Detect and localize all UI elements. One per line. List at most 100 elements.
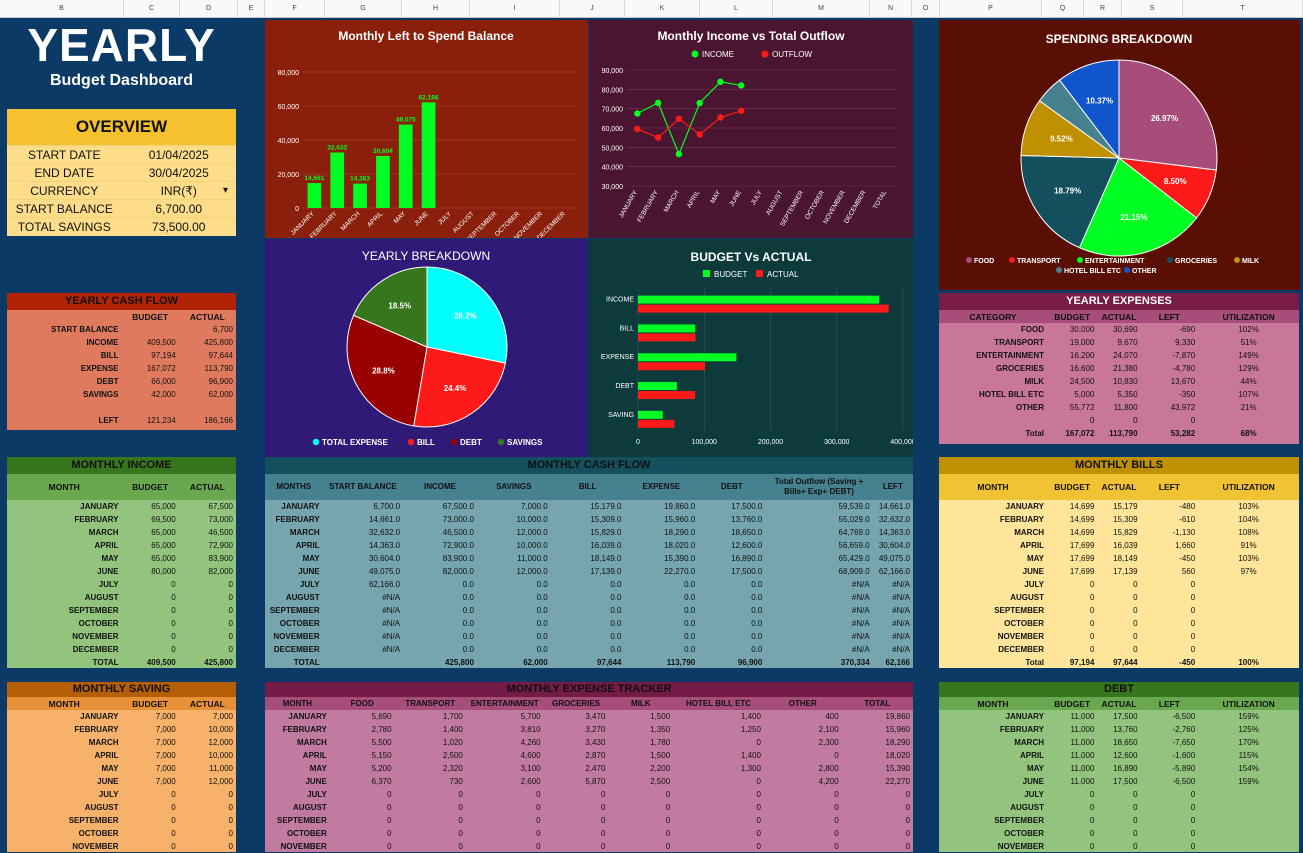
table-cell[interactable]: SEPTEMBER xyxy=(265,814,330,827)
table-cell[interactable]: 0 xyxy=(1141,827,1199,840)
table-cell[interactable]: 10,000 xyxy=(179,749,236,762)
table-cell[interactable]: NOVEMBER xyxy=(7,630,122,643)
table-cell[interactable]: 6,700 xyxy=(179,323,236,336)
table-cell[interactable]: 0.0 xyxy=(477,617,551,630)
table-cell[interactable]: 5,700 xyxy=(466,710,544,723)
table-cell[interactable]: 0.0 xyxy=(698,630,765,643)
table-cell[interactable]: 0 xyxy=(395,788,466,801)
table-cell[interactable]: 0 xyxy=(673,775,764,788)
table-cell[interactable]: 107% xyxy=(1198,388,1299,401)
table-cell[interactable]: 7,000 xyxy=(122,723,179,736)
table-cell[interactable]: JUNE xyxy=(7,775,122,788)
column-header-h[interactable]: H xyxy=(402,0,470,18)
table-cell[interactable]: JANUARY xyxy=(939,500,1047,513)
table-cell[interactable] xyxy=(1198,827,1299,840)
table-cell[interactable]: JULY xyxy=(265,578,323,591)
table-cell[interactable]: 17,139.0 xyxy=(551,565,625,578)
table-cell[interactable]: 730 xyxy=(395,775,466,788)
table-cell[interactable]: 13,760 xyxy=(1097,723,1140,736)
table-cell[interactable]: 96,900 xyxy=(698,656,765,669)
table-cell[interactable]: 18,650 xyxy=(1097,736,1140,749)
table-cell[interactable]: 21,380 xyxy=(1097,362,1140,375)
table-cell[interactable]: 3,430 xyxy=(544,736,609,749)
table-cell[interactable]: JUNE xyxy=(7,565,122,578)
table-cell[interactable]: 69,500 xyxy=(122,513,179,526)
table-cell[interactable]: 0 xyxy=(1141,801,1199,814)
column-header-s[interactable]: S xyxy=(1122,0,1183,18)
table-cell[interactable]: 3,810 xyxy=(466,723,544,736)
table-cell[interactable]: 15,829 xyxy=(1097,526,1140,539)
table-cell[interactable]: MARCH xyxy=(265,736,330,749)
table-cell[interactable]: 18,290.0 xyxy=(624,526,698,539)
table-cell[interactable]: 18,650.0 xyxy=(698,526,765,539)
table-cell[interactable]: JUNE xyxy=(939,775,1047,788)
table-cell[interactable]: 0 xyxy=(179,643,236,656)
table-cell[interactable]: 0 xyxy=(179,591,236,604)
table-cell[interactable]: 3,100 xyxy=(466,762,544,775)
table-cell[interactable]: 0.0 xyxy=(624,617,698,630)
table-cell[interactable]: 64,769.0 xyxy=(765,526,872,539)
table-cell[interactable]: SEPTEMBER xyxy=(939,814,1047,827)
table-cell[interactable]: #N/A xyxy=(765,578,872,591)
table-cell[interactable]: 97% xyxy=(1198,565,1299,578)
table-cell[interactable]: OCTOBER xyxy=(265,827,330,840)
table-cell[interactable]: 425,800 xyxy=(179,336,236,349)
table-cell[interactable]: 55,772 xyxy=(1047,401,1097,414)
table-cell[interactable]: MARCH xyxy=(939,736,1047,749)
table-cell[interactable]: 7,000 xyxy=(122,775,179,788)
table-cell[interactable]: 17,500.0 xyxy=(698,500,765,513)
table-cell[interactable]: 2,470 xyxy=(544,762,609,775)
table-cell[interactable]: 13,670 xyxy=(1141,375,1199,388)
table-cell[interactable]: APRIL xyxy=(939,749,1047,762)
table-cell[interactable]: LEFT xyxy=(7,414,122,427)
table-cell[interactable]: 2,320 xyxy=(395,762,466,775)
column-header-i[interactable]: I xyxy=(470,0,560,18)
table-cell[interactable]: 0 xyxy=(608,801,673,814)
table-cell[interactable]: #N/A xyxy=(765,591,872,604)
table-cell[interactable]: 12,000 xyxy=(179,736,236,749)
table-cell[interactable]: 14,699 xyxy=(1047,513,1097,526)
table-cell[interactable]: 0 xyxy=(1141,840,1199,853)
table-cell[interactable]: 0 xyxy=(179,801,236,814)
table-cell[interactable]: 62,000 xyxy=(179,388,236,401)
table-cell[interactable]: 186,166 xyxy=(179,414,236,427)
table-cell[interactable]: 62,166.0 xyxy=(873,565,913,578)
table-cell[interactable]: 11,000 xyxy=(1047,710,1097,723)
table-cell[interactable]: 65,429.0 xyxy=(765,552,872,565)
table-cell[interactable] xyxy=(122,401,179,414)
table-cell[interactable]: JANUARY xyxy=(265,710,330,723)
table-cell[interactable]: 0 xyxy=(1141,414,1199,427)
table-cell[interactable] xyxy=(1198,617,1299,630)
table-cell[interactable]: APRIL xyxy=(265,539,323,552)
table-cell[interactable]: 0 xyxy=(395,840,466,853)
column-header-o[interactable]: O xyxy=(912,0,940,18)
table-cell[interactable]: MAY xyxy=(939,552,1047,565)
table-cell[interactable]: 0 xyxy=(330,788,395,801)
table-cell[interactable]: 72,900 xyxy=(179,539,236,552)
table-cell[interactable]: 108% xyxy=(1198,526,1299,539)
table-cell[interactable]: -1,600 xyxy=(1141,749,1199,762)
table-cell[interactable]: 0 xyxy=(764,840,842,853)
table-cell[interactable]: 0.0 xyxy=(403,643,477,656)
table-cell[interactable]: 2,300 xyxy=(764,736,842,749)
table-cell[interactable]: #N/A xyxy=(765,617,872,630)
table-cell[interactable]: 0 xyxy=(122,827,179,840)
table-cell[interactable]: 17,699 xyxy=(1047,539,1097,552)
table-cell[interactable]: JULY xyxy=(7,788,122,801)
table-cell[interactable]: 5,200 xyxy=(330,762,395,775)
table-cell[interactable]: MARCH xyxy=(7,526,122,539)
table-cell[interactable]: 0 xyxy=(1097,604,1140,617)
table-cell[interactable]: 0 xyxy=(1141,630,1199,643)
table-cell[interactable]: 0 xyxy=(764,788,842,801)
table-cell[interactable]: 17,500 xyxy=(1097,775,1140,788)
table-cell[interactable]: 159% xyxy=(1198,775,1299,788)
table-cell[interactable]: 0 xyxy=(330,814,395,827)
table-cell[interactable]: 55,029.0 xyxy=(765,513,872,526)
table-cell[interactable]: 7,000 xyxy=(122,762,179,775)
table-cell[interactable]: 0 xyxy=(1141,643,1199,656)
table-cell[interactable]: 97,644 xyxy=(1097,656,1140,669)
table-cell[interactable]: JANUARY xyxy=(7,710,122,723)
table-cell[interactable]: 125% xyxy=(1198,723,1299,736)
table-cell[interactable]: 62,166 xyxy=(873,656,913,669)
table-cell[interactable]: NOVEMBER xyxy=(7,840,122,853)
